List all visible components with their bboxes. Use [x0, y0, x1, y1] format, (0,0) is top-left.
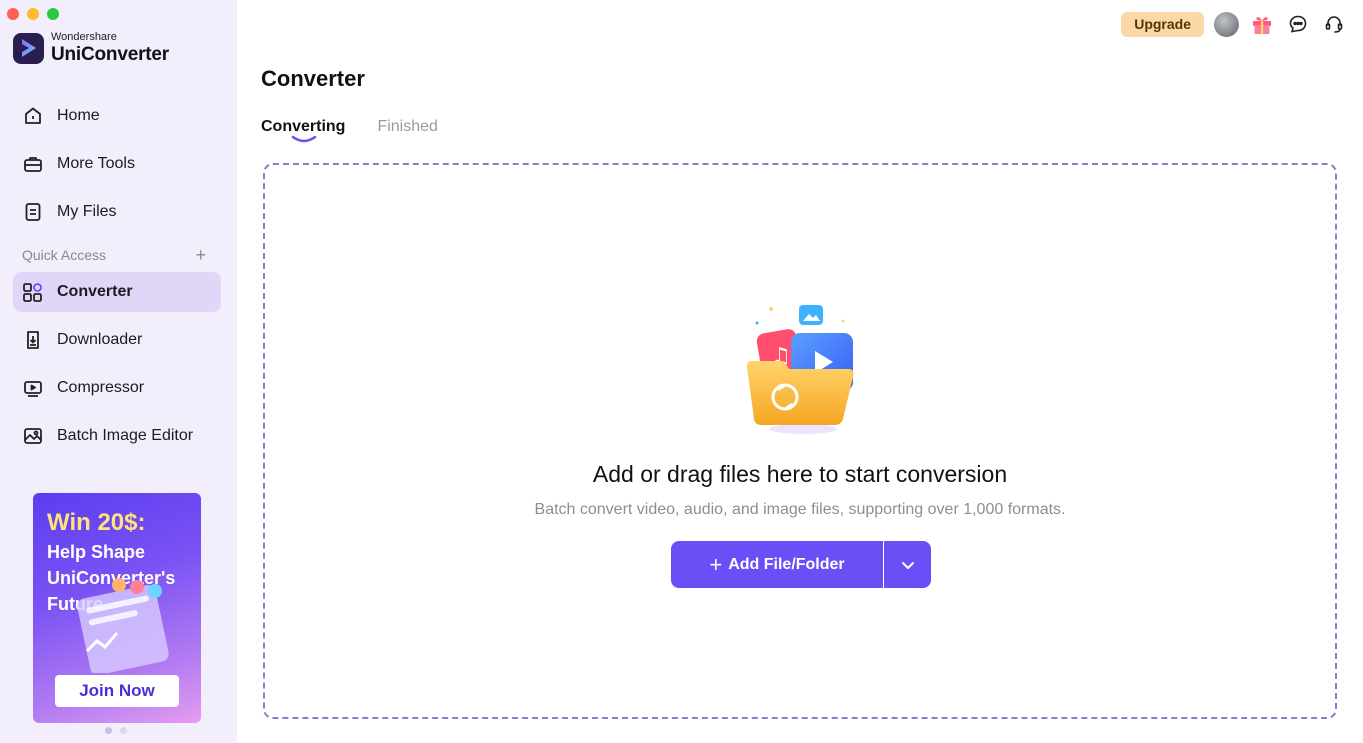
promo-banner[interactable]: Win 20$: Help Shape UniConverter's Futur…	[33, 493, 201, 723]
add-options-dropdown-button[interactable]	[884, 541, 931, 588]
page-title: Converter	[261, 66, 365, 91]
support-headset-icon[interactable]	[1321, 11, 1347, 37]
downloader-icon	[22, 329, 44, 351]
tab-active-indicator	[291, 135, 317, 143]
toolbox-icon	[22, 153, 44, 175]
nav-item-label: Converter	[57, 283, 133, 300]
media-folder-illustration-icon: ♫	[743, 301, 863, 446]
nav-item-compressor[interactable]: Compressor	[13, 368, 221, 408]
sidebar: Wondershare UniConverter Home More Tools…	[0, 0, 237, 743]
nav-item-label: More Tools	[57, 155, 135, 172]
add-file-folder-button[interactable]: + Add File/Folder	[671, 541, 883, 588]
dropzone-subtitle: Batch convert video, audio, and image fi…	[534, 501, 1066, 518]
brand-product: UniConverter	[51, 44, 169, 65]
brand: Wondershare UniConverter	[13, 32, 169, 64]
add-quick-access-icon[interactable]: +	[195, 246, 206, 264]
app-window: Wondershare UniConverter Home More Tools…	[0, 0, 1363, 743]
nav-item-label: Downloader	[57, 331, 143, 348]
tab-label: Converting	[261, 118, 346, 135]
join-now-button[interactable]: Join Now	[55, 675, 179, 707]
add-file-button-group: + Add File/Folder	[671, 541, 931, 588]
minimize-window-button[interactable]	[27, 8, 39, 20]
brand-company: Wondershare	[51, 31, 117, 43]
home-icon	[22, 105, 44, 127]
gift-icon[interactable]	[1249, 11, 1275, 37]
close-window-button[interactable]	[7, 8, 19, 20]
carousel-dot[interactable]	[120, 727, 127, 734]
nav-item-converter[interactable]: Converter	[13, 272, 221, 312]
promo-title: Win 20$:	[47, 509, 146, 536]
image-editor-icon	[22, 425, 44, 447]
tab-bar: Converting Finished	[261, 118, 438, 143]
dropzone-title: Add or drag files here to start conversi…	[592, 461, 1008, 487]
nav-item-my-files[interactable]: My Files	[13, 192, 221, 232]
plus-icon: +	[709, 551, 723, 577]
carousel-dots[interactable]	[105, 727, 127, 734]
tab-label: Finished	[377, 118, 438, 135]
file-icon	[22, 201, 44, 223]
add-file-folder-label: Add File/Folder	[728, 555, 845, 573]
quick-access-header: Quick Access +	[22, 246, 206, 264]
chat-icon[interactable]	[1285, 11, 1311, 37]
main-content: Upgrade Converter Converting Finished ♫ …	[237, 0, 1363, 743]
compressor-icon	[22, 377, 44, 399]
carousel-dot[interactable]	[105, 727, 112, 734]
survey-illustration-icon	[73, 573, 193, 678]
window-controls	[7, 8, 59, 20]
chevron-down-icon	[901, 561, 914, 569]
quick-access-nav: Converter Downloader Compressor Batch Im…	[13, 272, 221, 464]
top-toolbar: Upgrade	[1121, 11, 1347, 37]
uniconverter-logo-icon	[13, 32, 44, 64]
file-dropzone[interactable]: ♫ Add or drag files here to start conver…	[263, 163, 1337, 719]
nav-item-downloader[interactable]: Downloader	[13, 320, 221, 360]
nav-item-batch-image-editor[interactable]: Batch Image Editor	[13, 416, 221, 456]
button-divider	[883, 541, 884, 588]
nav-item-label: Compressor	[57, 379, 145, 396]
nav-item-more-tools[interactable]: More Tools	[13, 144, 221, 184]
nav-item-label: My Files	[57, 203, 117, 220]
upgrade-button[interactable]: Upgrade	[1121, 11, 1204, 37]
quick-access-label: Quick Access	[22, 247, 107, 263]
maximize-window-button[interactable]	[47, 8, 59, 20]
nav-item-label: Home	[57, 107, 100, 124]
avatar[interactable]	[1214, 11, 1239, 37]
nav-item-home[interactable]: Home	[13, 96, 221, 136]
main-nav: Home More Tools My Files	[13, 96, 221, 240]
tab-converting[interactable]: Converting	[261, 118, 346, 143]
nav-item-label: Batch Image Editor	[57, 427, 194, 444]
tab-finished[interactable]: Finished	[377, 118, 437, 136]
converter-icon	[22, 281, 44, 303]
